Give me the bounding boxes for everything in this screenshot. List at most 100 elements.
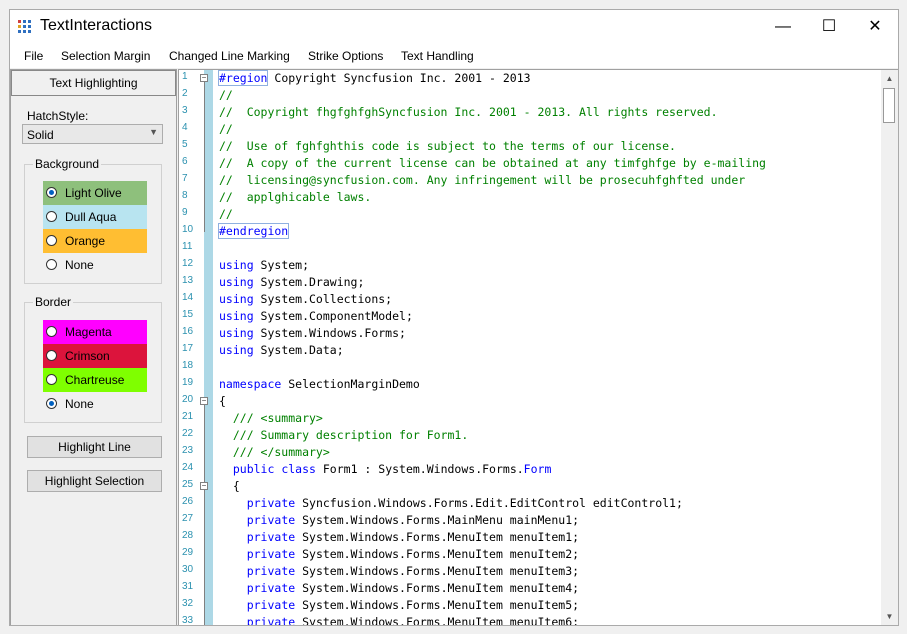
code-line[interactable]: 17 using System.Data; xyxy=(179,342,879,359)
background-group: Background Light Olive Dull Aqua Orange … xyxy=(24,157,162,284)
code-line[interactable]: 11 xyxy=(179,240,879,257)
code-text: using System.Data; xyxy=(219,343,344,357)
menu-selection-margin[interactable]: Selection Margin xyxy=(61,49,150,63)
radio-background-dull-aqua[interactable]: Dull Aqua xyxy=(43,205,147,229)
minimize-icon[interactable]: — xyxy=(760,10,806,44)
code-line[interactable]: 22 /// Summary description for Form1. xyxy=(179,427,879,444)
highlight-line-button[interactable]: Highlight Line xyxy=(27,436,162,458)
menu-file[interactable]: File xyxy=(24,49,43,63)
radio-icon xyxy=(46,259,57,270)
code-token: Form xyxy=(523,462,552,476)
close-icon[interactable]: ✕ xyxy=(852,10,898,44)
line-number: 11 xyxy=(182,241,193,252)
code-line[interactable]: 28 private System.Windows.Forms.MenuItem… xyxy=(179,529,879,546)
code-token: using xyxy=(219,292,254,306)
radio-label: Dull Aqua xyxy=(65,210,117,224)
line-number: 4 xyxy=(182,122,188,133)
code-line[interactable]: 12 using System; xyxy=(179,257,879,274)
code-token: System.Windows.Forms.MenuItem menuItem4; xyxy=(295,581,580,595)
menu-text-handling[interactable]: Text Handling xyxy=(401,49,474,63)
code-text: private System.Windows.Forms.MenuItem me… xyxy=(219,581,579,595)
code-token: System.Windows.Forms.MenuItem menuItem6; xyxy=(295,615,580,626)
radio-border-none[interactable]: None xyxy=(43,392,147,416)
maximize-icon[interactable]: ☐ xyxy=(806,10,852,44)
code-line[interactable]: 13 using System.Drawing; xyxy=(179,274,879,291)
code-line[interactable]: 6 // A copy of the current license can be… xyxy=(179,155,879,172)
code-token: System.Windows.Forms.MainMenu mainMenu1; xyxy=(295,513,580,527)
code-token: /// </summary> xyxy=(219,445,330,459)
code-token: { xyxy=(219,479,240,493)
code-token: #endregion xyxy=(217,223,290,239)
code-line[interactable]: 1 #region Copyright Syncfusion Inc. 2001 … xyxy=(179,70,879,87)
options-panel: Text Highlighting HatchStyle: Solid ▼ Ba… xyxy=(10,69,177,625)
hatchstyle-select[interactable]: Solid ▼ xyxy=(22,124,163,144)
code-line[interactable]: 5 // Use of fghfghthis code is subject to… xyxy=(179,138,879,155)
code-line[interactable]: 32 private System.Windows.Forms.MenuItem… xyxy=(179,597,879,614)
code-text: using System.Windows.Forms; xyxy=(219,326,406,340)
code-token: // Use of fghfghthis code is subject to … xyxy=(219,139,676,153)
code-line[interactable]: 3 // Copyright fhgfghfghSyncfusion Inc. 2… xyxy=(179,104,879,121)
code-token: // Copyright fhgfghfghSyncfusion Inc. 20… xyxy=(219,105,718,119)
code-line[interactable]: 27 private System.Windows.Forms.MainMenu… xyxy=(179,512,879,529)
code-line[interactable]: 30 private System.Windows.Forms.MenuItem… xyxy=(179,563,879,580)
radio-border-magenta[interactable]: Magenta xyxy=(43,320,147,344)
radio-icon xyxy=(46,211,57,222)
code-text: /// <summary> xyxy=(219,411,323,425)
line-number: 7 xyxy=(182,173,188,184)
code-text: // A copy of the current license can be … xyxy=(219,156,766,170)
code-token: System.Windows.Forms.MenuItem menuItem5; xyxy=(295,598,580,612)
code-line[interactable]: 33 private System.Windows.Forms.MenuItem… xyxy=(179,614,879,626)
highlight-selection-button[interactable]: Highlight Selection xyxy=(27,470,162,492)
code-line[interactable]: 14 using System.Collections; xyxy=(179,291,879,308)
code-token: private xyxy=(246,530,296,544)
tab-text-highlighting[interactable]: Text Highlighting xyxy=(11,70,176,96)
menu-changed-line-marking[interactable]: Changed Line Marking xyxy=(169,49,290,63)
code-text: namespace SelectionMarginDemo xyxy=(219,377,420,391)
line-number: 2 xyxy=(182,88,188,99)
code-text: using System.ComponentModel; xyxy=(219,309,413,323)
background-group-title: Background xyxy=(33,157,102,171)
code-line[interactable]: 10 #endregion xyxy=(179,223,879,240)
code-line[interactable]: 23 /// </summary> xyxy=(179,444,879,461)
vertical-scrollbar[interactable]: ▲ ▼ xyxy=(881,70,898,625)
code-line[interactable]: 21 /// <summary> xyxy=(179,410,879,427)
code-line[interactable]: 4 // xyxy=(179,121,879,138)
scroll-thumb[interactable] xyxy=(883,88,895,123)
code-line[interactable]: 24 public class Form1 : System.Windows.F… xyxy=(179,461,879,478)
code-line[interactable]: 2 // xyxy=(179,87,879,104)
radio-background-none[interactable]: None xyxy=(43,253,147,277)
code-token: Syncfusion.Windows.Forms.Edit.EditContro… xyxy=(295,496,683,510)
scroll-down-icon[interactable]: ▼ xyxy=(881,608,898,625)
code-text: // applghicable laws. xyxy=(219,190,371,204)
radio-background-orange[interactable]: Orange xyxy=(43,229,147,253)
code-token: // A copy of the current license can be … xyxy=(219,156,766,170)
code-line[interactable]: 20 { xyxy=(179,393,879,410)
code-line[interactable]: 19 namespace SelectionMarginDemo xyxy=(179,376,879,393)
code-line[interactable]: 8 // applghicable laws. xyxy=(179,189,879,206)
scroll-up-icon[interactable]: ▲ xyxy=(881,70,898,87)
radio-background-light-olive[interactable]: Light Olive xyxy=(43,181,147,205)
code-line[interactable]: 7 // licensing@syncfusion.com. Any infrin… xyxy=(179,172,879,189)
code-line[interactable]: 31 private System.Windows.Forms.MenuItem… xyxy=(179,580,879,597)
radio-border-chartreuse[interactable]: Chartreuse xyxy=(43,368,147,392)
code-line[interactable]: 9 // xyxy=(179,206,879,223)
code-line[interactable]: 26 private Syncfusion.Windows.Forms.Edit… xyxy=(179,495,879,512)
menu-strike-options[interactable]: Strike Options xyxy=(308,49,383,63)
line-number: 29 xyxy=(182,547,194,558)
code-token: private xyxy=(246,598,296,612)
code-line[interactable]: 16 using System.Windows.Forms; xyxy=(179,325,879,342)
app-icon xyxy=(18,20,32,34)
code-line[interactable]: 18 xyxy=(179,359,879,376)
line-number: 20 xyxy=(182,394,194,405)
radio-border-crimson[interactable]: Crimson xyxy=(43,344,147,368)
code-token: private xyxy=(246,496,296,510)
code-text: using System; xyxy=(219,258,309,272)
code-line[interactable]: 29 private System.Windows.Forms.MenuItem… xyxy=(179,546,879,563)
code-token: SelectionMarginDemo xyxy=(281,377,420,391)
code-line[interactable]: 15 using System.ComponentModel; xyxy=(179,308,879,325)
code-editor[interactable]: − − − 1 #region Copyright Syncfusion Inc.… xyxy=(178,69,898,626)
code-line[interactable]: 25 { xyxy=(179,478,879,495)
